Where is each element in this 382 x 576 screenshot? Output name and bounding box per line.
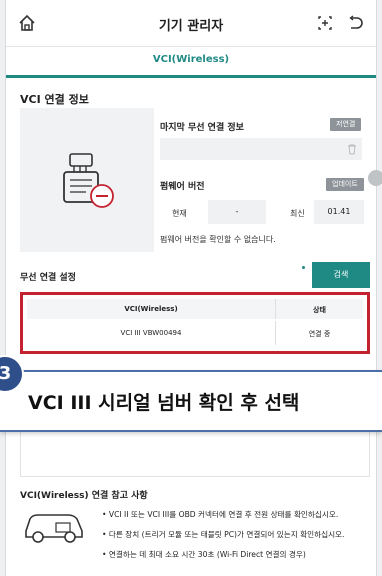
current-label: 현재 xyxy=(172,209,187,218)
latest-label: 최신 xyxy=(290,209,305,218)
callout-text: VCI III 시리얼 넘버 확인 후 선택 xyxy=(28,392,300,414)
reference-bullet: • 연결하는 데 최대 소요 시간 30초 (Wi-Fi Direct 연결의 … xyxy=(102,550,306,559)
scan-button[interactable]: 검색 xyxy=(312,262,370,288)
update-button[interactable]: 업데이트 xyxy=(326,178,364,191)
device-manager-screen: 기기 관리자 VCI(Wireless) VCI 연결 정보 마지막 무선 연결… xyxy=(6,0,382,576)
vci-serial: VCI III VBW00494 xyxy=(120,329,182,337)
table-header: VCI(Wireless) 상태 xyxy=(27,299,363,319)
vci-status: 연결 중 xyxy=(308,330,331,338)
trash-icon[interactable] xyxy=(346,143,358,155)
tab-vci-wireless[interactable]: VCI(Wireless) xyxy=(6,54,376,65)
list-empty-area xyxy=(20,428,370,477)
wireless-setup-title: 무선 연결 설정 xyxy=(20,273,76,283)
firmware-note: 펌웨어 버전을 확인할 수 없습니다. xyxy=(160,235,276,244)
vci-list: VCI(Wireless) 상태 VCI III VBW00494 연결 중 xyxy=(20,292,370,354)
reference-bullet: • 다른 장치 (트리거 모듈 또는 태블릿 PC)가 연결되어 있는지 확인하… xyxy=(102,530,345,539)
step-callout: 3 VCI III 시리얼 넘버 확인 후 선택 xyxy=(0,355,382,432)
current-version: - xyxy=(208,200,266,224)
last-wireless-label: 마지막 무선 연결 정보 xyxy=(160,123,244,133)
column-vci: VCI(Wireless) xyxy=(124,305,178,313)
section-title: VCI 연결 정보 xyxy=(20,93,89,106)
firmware-label: 펌웨어 버전 xyxy=(160,182,205,192)
status-dot xyxy=(302,266,305,269)
table-row[interactable]: VCI III VBW00494 연결 중 xyxy=(27,321,363,345)
vci-device-icon xyxy=(58,150,120,216)
column-status: 상태 xyxy=(313,306,326,314)
release-button[interactable]: 저연결 xyxy=(330,118,362,131)
car-icon xyxy=(22,505,88,545)
tab-bar: VCI(Wireless) xyxy=(6,47,376,78)
last-connection-field xyxy=(160,138,362,160)
scroll-handle[interactable] xyxy=(368,170,382,186)
top-bar: 기기 관리자 xyxy=(6,0,376,47)
latest-version: 01.41 xyxy=(314,200,364,224)
reference-bullet: • VCI II 또는 VCI III를 OBD 커넥터에 연결 후 전원 상태… xyxy=(102,510,339,519)
info-panel: 마지막 무선 연결 정보 저연결 펌웨어 버전 업데이트 현재 - 최신 01.… xyxy=(154,108,368,252)
reference-title: VCI(Wireless) 연결 참고 사항 xyxy=(20,491,148,501)
vci-info-card: 마지막 무선 연결 정보 저연결 펌웨어 버전 업데이트 현재 - 최신 01.… xyxy=(20,108,368,252)
back-icon[interactable] xyxy=(342,10,368,36)
add-device-icon[interactable] xyxy=(312,10,338,36)
